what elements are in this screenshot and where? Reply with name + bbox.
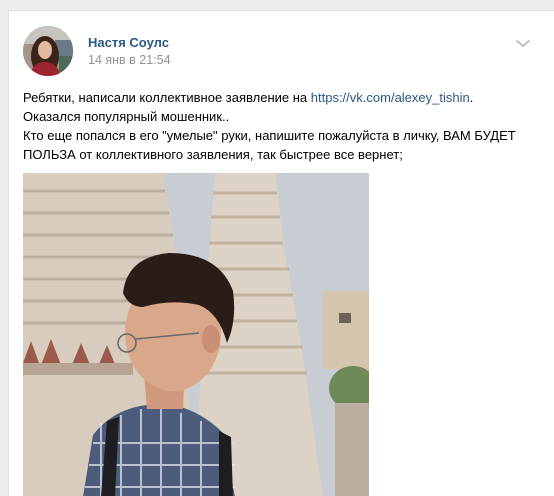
post-date-link[interactable]: 14 янв в 21:54 bbox=[88, 53, 171, 67]
post-text-line-2: Оказался популярный мошенник.. bbox=[23, 109, 230, 124]
post-text-line-1-suffix: . bbox=[469, 90, 474, 105]
post-text-line-1: Ребятки, написали коллективное заявление… bbox=[23, 88, 538, 107]
post-card: Настя Соулс 14 янв в 21:54 Ребятки, напи… bbox=[8, 10, 554, 496]
post-text: Ребятки, написали коллективное заявление… bbox=[23, 88, 538, 164]
chevron-down-icon bbox=[516, 40, 530, 47]
author-avatar[interactable] bbox=[23, 26, 73, 76]
post-text-line-3: Кто еще попался в его "умелые" руки, нап… bbox=[23, 128, 516, 143]
post-photo[interactable] bbox=[23, 173, 369, 496]
post-profile-link[interactable]: https://vk.com/alexey_tishin bbox=[311, 90, 470, 105]
post-text-line-4: ПОЛЬЗА от коллективного заявления, так б… bbox=[23, 147, 403, 162]
post-text-line-1-prefix: Ребятки, написали коллективное заявление… bbox=[23, 90, 311, 105]
author-name-link[interactable]: Настя Соулс bbox=[88, 35, 169, 50]
page-top-strip bbox=[0, 0, 554, 10]
post-menu-button[interactable] bbox=[511, 35, 535, 53]
